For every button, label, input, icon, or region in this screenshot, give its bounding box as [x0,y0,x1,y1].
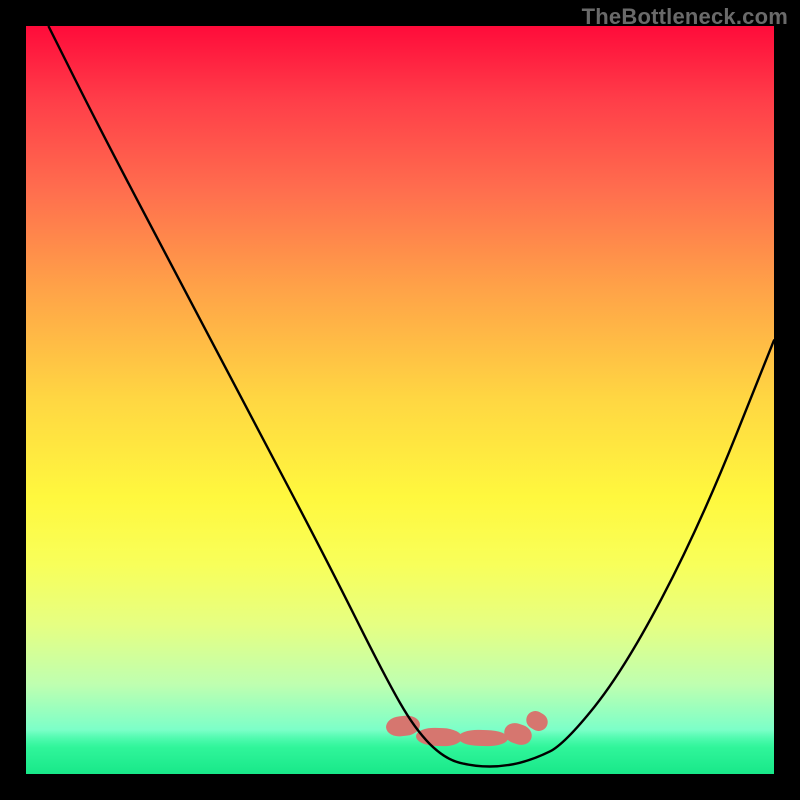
watermark-text: TheBottleneck.com [582,4,788,30]
chart-frame [26,26,774,774]
bottleneck-curve [26,26,774,774]
